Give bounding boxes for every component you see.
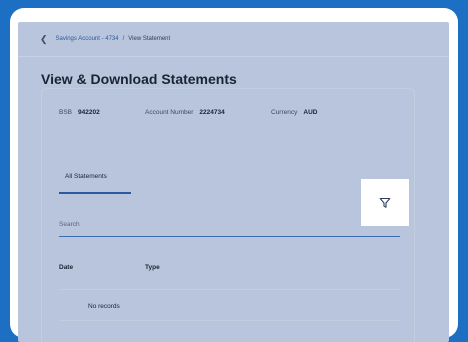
search-input[interactable]: Search	[59, 221, 80, 228]
statements-screen: ❮ Savings Account - 4734 / View Statemen…	[18, 22, 449, 342]
bsb-info: BSB 942202	[59, 109, 100, 116]
account-number-info: Account Number 2224734	[145, 109, 225, 116]
currency-label: Currency	[271, 109, 298, 116]
page-title: View & Download Statements	[41, 71, 237, 87]
currency-info: Currency AUD	[271, 109, 317, 116]
breadcrumb-current: View Statement	[128, 36, 171, 42]
tab-all-statements[interactable]: All Statements	[65, 173, 107, 180]
column-header-type: Type	[145, 264, 160, 271]
search-underline	[59, 236, 400, 237]
breadcrumb: ❮ Savings Account - 4734 / View Statemen…	[18, 22, 449, 57]
breadcrumb-separator: /	[122, 36, 125, 42]
column-header-date: Date	[59, 264, 74, 271]
chevron-left-icon[interactable]: ❮	[40, 34, 48, 45]
bsb-value: 942202	[78, 109, 100, 116]
table-divider	[59, 320, 400, 321]
active-tab-indicator	[59, 192, 131, 194]
breadcrumb-account-link[interactable]: Savings Account - 4734	[56, 36, 119, 42]
table-divider	[59, 289, 400, 290]
account-number-value: 2224734	[199, 109, 225, 116]
statements-card: BSB 942202 Account Number 2224734 Currency…	[41, 88, 415, 342]
empty-state-text: No records	[88, 303, 120, 310]
account-number-label: Account Number	[145, 109, 194, 116]
currency-value: AUD	[303, 109, 318, 116]
filter-button[interactable]	[361, 179, 409, 226]
filter-icon	[379, 197, 391, 208]
bsb-label: BSB	[59, 109, 73, 116]
